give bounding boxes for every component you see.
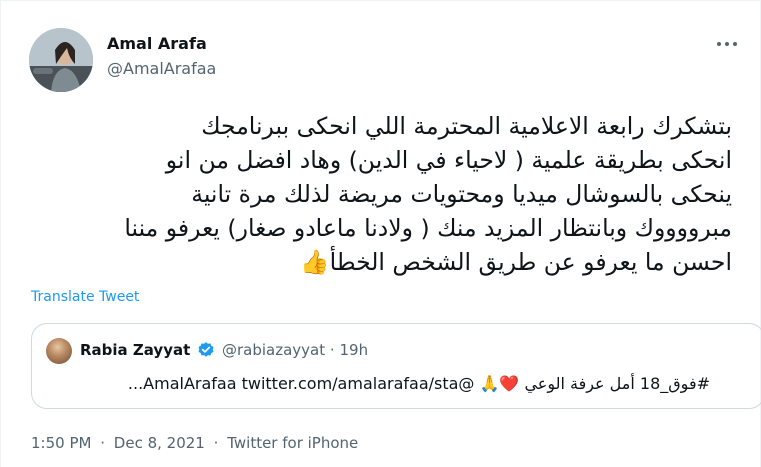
author-name[interactable]: Amal Arafa — [107, 34, 207, 54]
tweet-card: Amal Arafa @AmalArafaa بتشكرك رابعة الاع… — [0, 0, 761, 467]
quoted-author-avatar — [46, 338, 72, 364]
verified-badge-icon — [198, 342, 214, 357]
meta-separator: · — [100, 434, 106, 452]
tweet-text: بتشكرك رابعة الاعلامية المحترمة اللي انح… — [124, 112, 732, 276]
meta-separator: · — [213, 434, 219, 452]
quoted-separator: · — [329, 341, 335, 359]
tweet-date[interactable]: Dec 8, 2021 — [114, 434, 205, 452]
quoted-author-meta: @rabiazayyat · 19h — [222, 341, 368, 359]
quoted-tweet[interactable]: Rabia Zayyat @rabiazayyat · 19h #فوق_18 … — [31, 323, 761, 409]
tweet-meta: 1:50 PM · Dec 8, 2021 · Twitter for iPho… — [31, 434, 362, 452]
quoted-text: #فوق_18 أمل عرفة الوعي ❤️🙏 @AmalArafaa t… — [127, 374, 710, 393]
tweet-source: Twitter for iPhone — [227, 434, 359, 452]
quoted-author-handle: @rabiazayyat — [222, 341, 326, 359]
translate-tweet-link[interactable]: Translate Tweet — [31, 289, 139, 305]
author-avatar[interactable] — [29, 28, 93, 92]
quoted-time: 19h — [339, 341, 369, 359]
tweet-time[interactable]: 1:50 PM — [31, 434, 91, 452]
author-handle[interactable]: @AmalArafaa — [107, 59, 216, 79]
quoted-author-name: Rabia Zayyat — [80, 341, 191, 359]
more-dots-icon[interactable] — [713, 33, 741, 55]
